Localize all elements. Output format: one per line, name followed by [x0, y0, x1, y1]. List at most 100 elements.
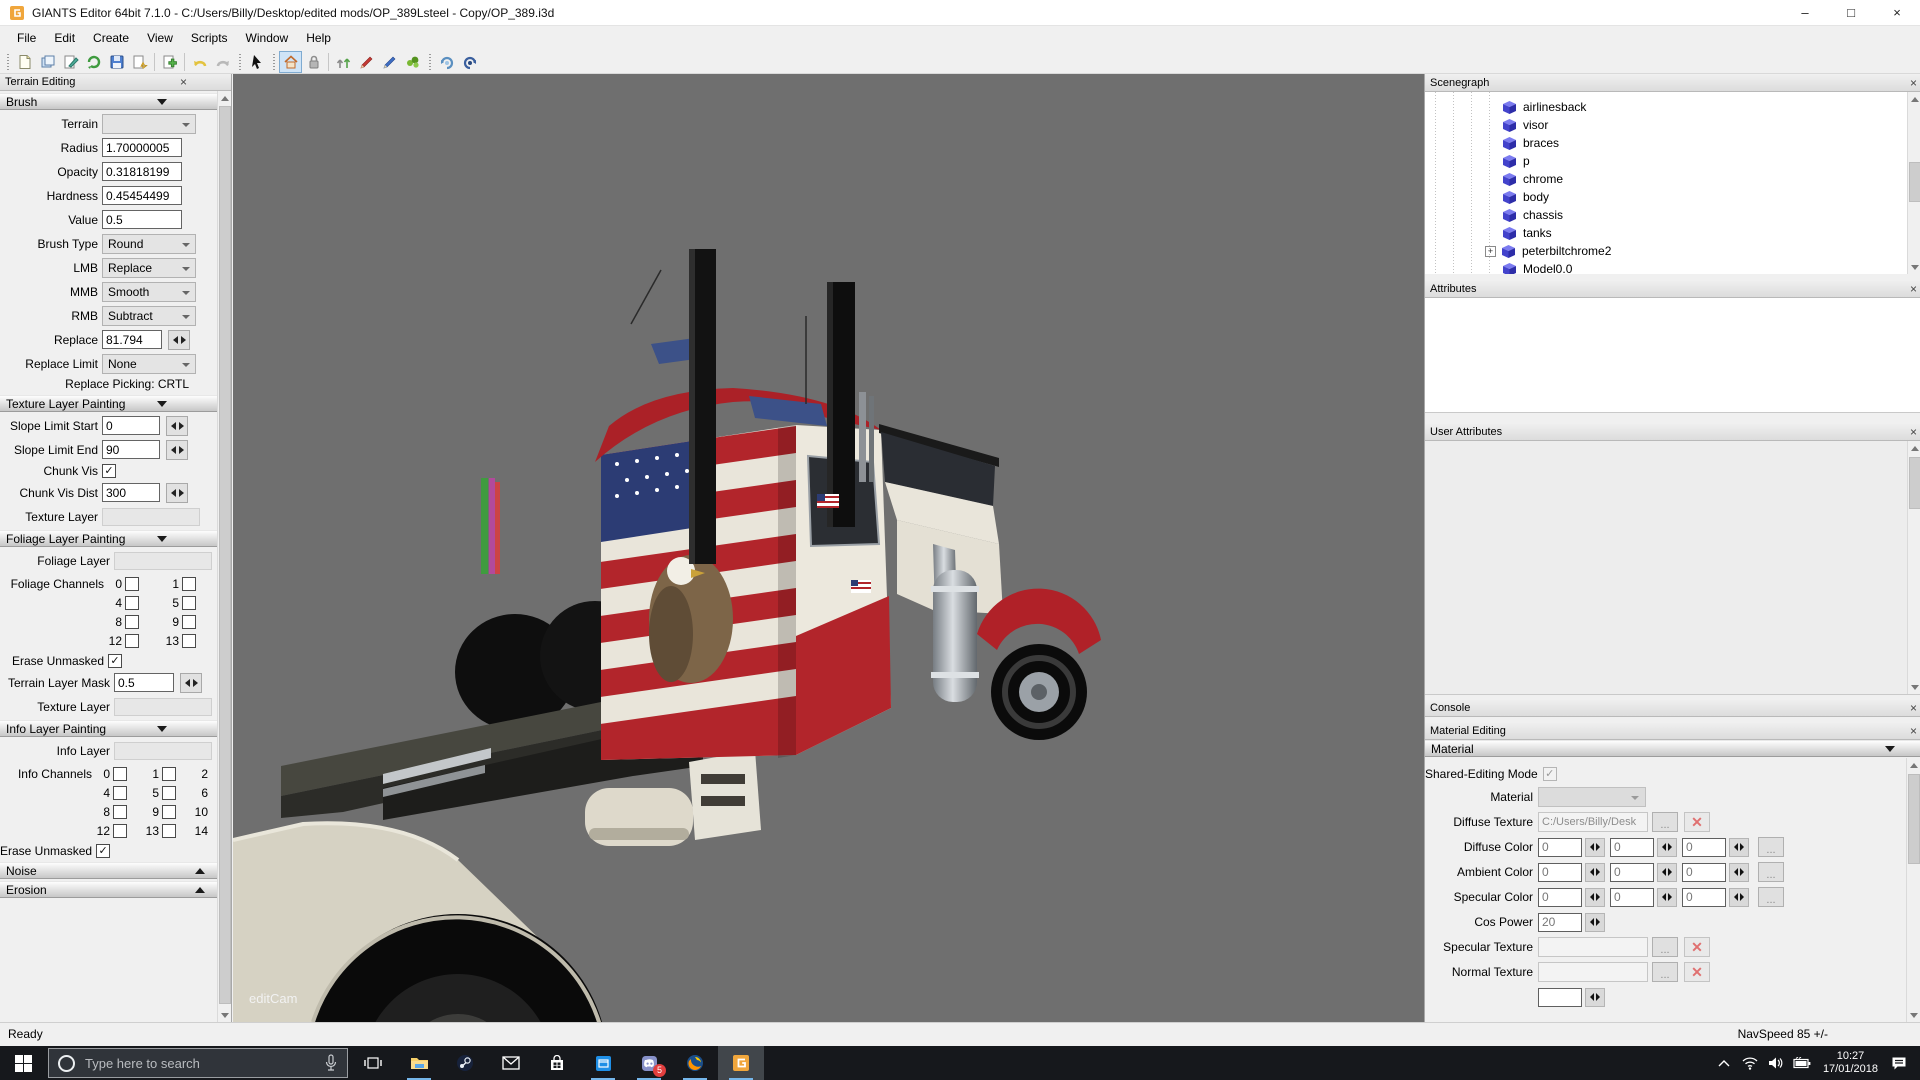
camera-navigation-icon[interactable]: [279, 51, 302, 73]
lmb-dropdown[interactable]: Replace: [102, 258, 196, 278]
lock-icon[interactable]: [302, 51, 325, 73]
scenegraph-node[interactable]: body: [1425, 188, 1920, 206]
start-button[interactable]: [0, 1046, 46, 1080]
edit-script-icon[interactable]: [59, 51, 82, 73]
terrain-paint-icon[interactable]: [355, 51, 378, 73]
taskbar-search[interactable]: [48, 1048, 348, 1078]
pick-color-button[interactable]: ...: [1758, 887, 1784, 907]
chunk-vis-dist-spinner[interactable]: [166, 483, 188, 503]
foliage-channel-checkbox[interactable]: [182, 634, 196, 648]
specular-texture-input[interactable]: [1538, 937, 1648, 957]
maximize-button[interactable]: □: [1828, 0, 1874, 25]
spinner[interactable]: [1729, 838, 1749, 857]
discord-button[interactable]: 5: [626, 1046, 672, 1080]
file-explorer-button[interactable]: [396, 1046, 442, 1080]
scroll-down-icon[interactable]: [1908, 260, 1920, 274]
foliage-channel-checkbox[interactable]: [125, 634, 139, 648]
foliage-channel-checkbox[interactable]: [182, 596, 196, 610]
minimize-button[interactable]: –: [1782, 0, 1828, 25]
rmb-dropdown[interactable]: Subtract: [102, 306, 196, 326]
close-icon[interactable]: ×: [1910, 282, 1917, 296]
spinner[interactable]: [1585, 913, 1605, 932]
material-dropdown[interactable]: [1538, 787, 1646, 807]
noise-section-header[interactable]: Noise: [0, 862, 217, 879]
chunk-vis-checkbox[interactable]: ✓: [102, 464, 116, 478]
action-center-icon[interactable]: [1886, 1046, 1912, 1080]
texture-layer-field[interactable]: [114, 698, 212, 716]
brush-section-header[interactable]: Brush: [0, 93, 217, 110]
diffuse-color-g[interactable]: [1610, 838, 1654, 857]
info-channel-checkbox[interactable]: [162, 767, 176, 781]
tray-chevron-icon[interactable]: [1711, 1046, 1737, 1080]
export-icon[interactable]: [128, 51, 151, 73]
close-icon[interactable]: ×: [1910, 425, 1917, 439]
clear-texture-icon[interactable]: ✕: [1684, 937, 1710, 957]
mmb-dropdown[interactable]: Smooth: [102, 282, 196, 302]
scenegraph-node[interactable]: braces: [1425, 134, 1920, 152]
info-channel-checkbox[interactable]: [162, 786, 176, 800]
mail-button[interactable]: [488, 1046, 534, 1080]
volume-icon[interactable]: [1763, 1046, 1789, 1080]
terrain-sculpt-icon[interactable]: [332, 51, 355, 73]
info-layer-painting-section-header[interactable]: Info Layer Painting: [0, 720, 217, 737]
menu-edit[interactable]: Edit: [45, 28, 84, 48]
terrain-info-paint-icon[interactable]: [378, 51, 401, 73]
pick-color-button[interactable]: ...: [1758, 837, 1784, 857]
open-file-icon[interactable]: [36, 51, 59, 73]
clear-texture-icon[interactable]: ✕: [1684, 962, 1710, 982]
partial-field[interactable]: [1538, 988, 1582, 1007]
giants-editor-taskbar-button[interactable]: [718, 1046, 764, 1080]
pick-color-button[interactable]: ...: [1758, 862, 1784, 882]
viewport-3d[interactable]: editCam: [233, 74, 1424, 1022]
hardness-input[interactable]: [102, 186, 182, 205]
replace-input[interactable]: [102, 330, 162, 349]
rotate-object-icon[interactable]: [458, 51, 481, 73]
slope-limit-end-input[interactable]: [102, 440, 160, 459]
texture-layer-field[interactable]: [102, 508, 200, 526]
scenegraph-node[interactable]: tanks: [1425, 224, 1920, 242]
scenegraph-node[interactable]: +peterbiltchrome2: [1425, 242, 1920, 260]
material-section-header[interactable]: Material: [1425, 740, 1920, 757]
scenegraph-node[interactable]: airlinesback: [1425, 98, 1920, 116]
radius-input[interactable]: [102, 138, 182, 157]
task-view-button[interactable]: [350, 1046, 396, 1080]
scenegraph-scrollbar[interactable]: [1907, 92, 1920, 274]
scroll-down-icon[interactable]: [1908, 680, 1920, 694]
expand-icon[interactable]: +: [1485, 246, 1496, 257]
erase-unmasked-checkbox[interactable]: ✓: [96, 844, 110, 858]
diffuse-color-b[interactable]: [1682, 838, 1726, 857]
diffuse-color-r[interactable]: [1538, 838, 1582, 857]
scroll-down-icon[interactable]: [1907, 1008, 1920, 1022]
battery-icon[interactable]: [1789, 1046, 1815, 1080]
diffuse-texture-input[interactable]: [1538, 812, 1648, 832]
browse-button[interactable]: ...: [1652, 812, 1678, 832]
add-object-icon[interactable]: [158, 51, 181, 73]
clear-texture-icon[interactable]: ✕: [1684, 812, 1710, 832]
spinner[interactable]: [1729, 888, 1749, 907]
spinner[interactable]: [1585, 888, 1605, 907]
close-icon[interactable]: ×: [180, 75, 187, 89]
wifi-icon[interactable]: [1737, 1046, 1763, 1080]
scroll-up-icon[interactable]: [1907, 758, 1920, 772]
info-channel-checkbox[interactable]: [113, 786, 127, 800]
slope-limit-start-input[interactable]: [102, 416, 160, 435]
scroll-up-icon[interactable]: [1908, 441, 1920, 455]
brush-type-dropdown[interactable]: Round: [102, 234, 196, 254]
material-scrollbar[interactable]: [1906, 758, 1920, 1022]
browse-button[interactable]: ...: [1652, 962, 1678, 982]
scenegraph-node[interactable]: Model0.0: [1425, 260, 1920, 274]
specular-color-r[interactable]: [1538, 888, 1582, 907]
terrain-dropdown[interactable]: [102, 114, 196, 134]
cos-power-input[interactable]: [1538, 913, 1582, 932]
foliage-channel-checkbox[interactable]: [125, 577, 139, 591]
close-icon[interactable]: ×: [1910, 76, 1917, 90]
search-input[interactable]: [85, 1056, 295, 1071]
browse-button[interactable]: ...: [1652, 937, 1678, 957]
scenegraph-node[interactable]: chassis: [1425, 206, 1920, 224]
foliage-channel-checkbox[interactable]: [182, 615, 196, 629]
foliage-channel-checkbox[interactable]: [182, 577, 196, 591]
save-icon[interactable]: [105, 51, 128, 73]
scenegraph-node[interactable]: chrome: [1425, 170, 1920, 188]
scroll-up-icon[interactable]: [1908, 92, 1920, 106]
spinner[interactable]: [1585, 988, 1605, 1007]
